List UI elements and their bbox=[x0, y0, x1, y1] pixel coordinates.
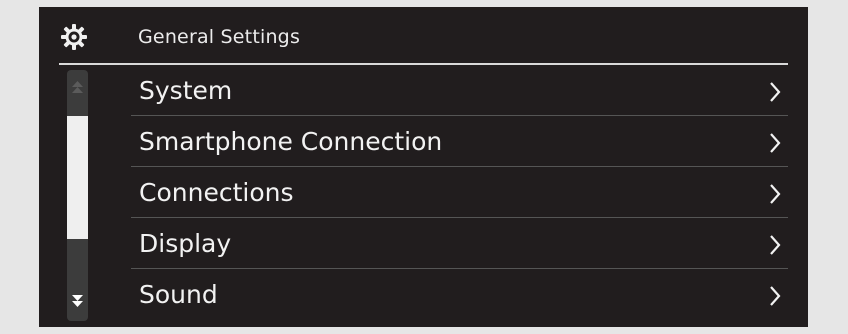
menu-item-smartphone-connection[interactable]: Smartphone Connection bbox=[131, 116, 788, 167]
menu-item-label: System bbox=[139, 76, 233, 105]
chevron-right-icon bbox=[768, 132, 782, 154]
menu-item-label: Smartphone Connection bbox=[139, 127, 443, 156]
page-title: General Settings bbox=[138, 26, 301, 48]
chevron-right-icon bbox=[768, 234, 782, 256]
settings-menu: System Smartphone Connection Connections… bbox=[39, 65, 808, 320]
menu-item-system[interactable]: System bbox=[131, 65, 788, 116]
chevron-right-icon bbox=[768, 285, 782, 307]
settings-screen: General Settings System Smartphone Conne… bbox=[39, 7, 808, 327]
chevron-right-icon bbox=[768, 81, 782, 103]
menu-item-connections[interactable]: Connections bbox=[131, 167, 788, 218]
menu-item-label: Display bbox=[139, 229, 232, 258]
menu-item-display[interactable]: Display bbox=[131, 218, 788, 269]
menu-item-label: Connections bbox=[139, 178, 294, 207]
menu-item-sound[interactable]: Sound bbox=[131, 269, 788, 320]
chevron-right-icon bbox=[768, 183, 782, 205]
gear-icon bbox=[60, 23, 88, 51]
header-bar: General Settings bbox=[39, 7, 808, 65]
menu-item-label: Sound bbox=[139, 280, 218, 309]
